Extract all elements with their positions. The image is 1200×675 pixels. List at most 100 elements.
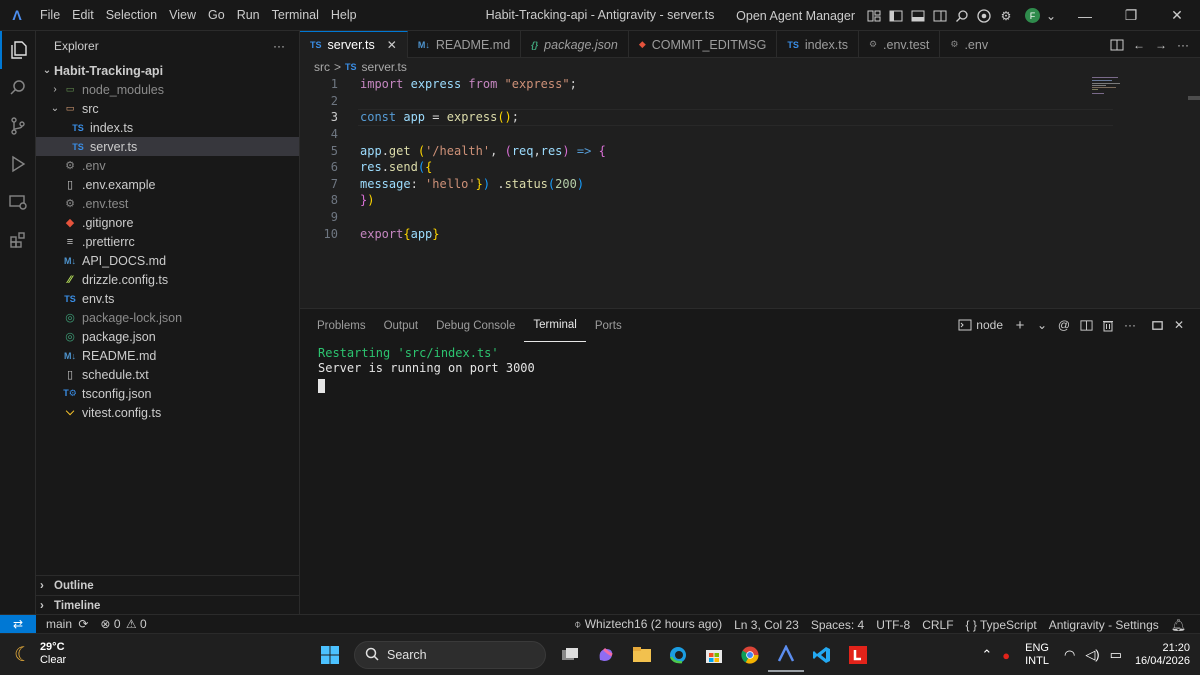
minimap[interactable] (1092, 76, 1132, 96)
tab-commit-editmsg[interactable]: ◆ COMMIT_EDITMSG (629, 31, 778, 58)
taskbar-search-input[interactable]: Search (354, 641, 546, 669)
language-indicator[interactable]: ENG INTL (1025, 642, 1049, 668)
maximize-panel-icon[interactable] (1149, 317, 1165, 333)
tab-terminal[interactable]: Terminal (524, 309, 586, 342)
tab-index-ts[interactable]: TS index.ts (777, 31, 859, 58)
menu-selection[interactable]: Selection (100, 8, 163, 22)
toggle-secondary-sidebar-icon[interactable] (932, 8, 948, 24)
language-mode[interactable]: { } TypeScript (960, 618, 1043, 632)
clock[interactable]: 21:20 16/04/2026 (1135, 642, 1190, 668)
close-window-button[interactable]: ✕ (1154, 0, 1200, 31)
tree-item-api-docs[interactable]: M↓ API_DOCS.md (36, 251, 299, 270)
tab-server-ts[interactable]: TS server.ts ✕ (300, 31, 408, 58)
cursor-position[interactable]: Ln 3, Col 23 (728, 618, 805, 632)
file-explorer-icon[interactable] (624, 638, 660, 672)
tab-readme[interactable]: M↓ README.md (408, 31, 522, 58)
search-icon[interactable] (954, 8, 970, 24)
trash-icon[interactable] (1100, 317, 1116, 333)
open-agent-manager-button[interactable]: Open Agent Manager (736, 9, 855, 23)
chevron-down-icon[interactable]: ⌄ (1034, 317, 1050, 333)
tree-item-env[interactable]: ⚙ .env (36, 156, 299, 175)
scrollbar[interactable] (1188, 96, 1200, 100)
git-blame[interactable]: ⌽ Whiztech16 (2 hours ago) (568, 617, 728, 632)
notifications-bell-icon[interactable]: 🔔︎ (1165, 618, 1192, 632)
menu-terminal[interactable]: Terminal (266, 8, 325, 22)
extensions-icon[interactable] (0, 221, 36, 259)
branch-indicator[interactable]: main ⟳ (40, 617, 94, 631)
minimize-button[interactable]: — (1062, 0, 1108, 31)
indentation[interactable]: Spaces: 4 (805, 618, 870, 632)
show-hidden-icons-icon[interactable]: ⌃ (981, 647, 992, 663)
timeline-section[interactable]: › Timeline (36, 595, 300, 615)
more-actions-icon[interactable]: ··· (1122, 317, 1138, 333)
encoding[interactable]: UTF-8 (870, 618, 916, 632)
tab-problems[interactable]: Problems (308, 309, 375, 342)
microsoft-store-icon[interactable] (696, 638, 732, 672)
tab-env[interactable]: ⚙ .env (940, 31, 998, 58)
outline-section[interactable]: › Outline (36, 575, 300, 595)
terminal-output[interactable]: Restarting 'src/index.ts' Server is runn… (318, 346, 535, 397)
vscode-icon[interactable] (804, 638, 840, 672)
tree-item-prettierrc[interactable]: ≡ .prettierrc (36, 232, 299, 251)
tab-output[interactable]: Output (375, 309, 428, 342)
antigravity-settings[interactable]: Antigravity - Settings (1043, 618, 1165, 632)
menu-edit[interactable]: Edit (66, 8, 100, 22)
search-icon[interactable] (0, 69, 36, 107)
layout-icon[interactable] (866, 8, 882, 24)
arrow-left-icon[interactable]: ← (1131, 37, 1147, 53)
tree-item-readme[interactable]: M↓ README.md (36, 346, 299, 365)
tree-item-index-ts[interactable]: TS index.ts (36, 118, 299, 137)
toggle-sidebar-icon[interactable] (888, 8, 904, 24)
terminal-shell-name[interactable]: node (976, 318, 1003, 332)
antigravity-icon[interactable] (768, 638, 804, 672)
tree-item-schedule-txt[interactable]: ▯ schedule.txt (36, 365, 299, 384)
tree-item-src[interactable]: ⌄ ▭ src (36, 99, 299, 118)
restore-button[interactable]: ❐ (1108, 0, 1154, 31)
tab-ports[interactable]: Ports (586, 309, 631, 342)
remote-indicator-icon[interactable]: ⇄ (0, 614, 36, 634)
menu-go[interactable]: Go (202, 8, 231, 22)
tree-item-tsconfig[interactable]: T⚙ tsconfig.json (36, 384, 299, 403)
tree-item-env-example[interactable]: ▯ .env.example (36, 175, 299, 194)
new-terminal-plus-icon[interactable]: + (1012, 317, 1028, 334)
breadcrumb-file[interactable]: server.ts (362, 60, 407, 74)
more-actions-icon[interactable]: ··· (1175, 37, 1191, 53)
explorer-icon[interactable] (0, 31, 36, 69)
tree-item-package-lock[interactable]: ◎ package-lock.json (36, 308, 299, 327)
antivirus-icon[interactable]: ● (1002, 648, 1010, 663)
tab-debug-console[interactable]: Debug Console (427, 309, 524, 342)
battery-icon[interactable]: ▭ (1110, 647, 1122, 663)
account-avatar[interactable]: F (1025, 8, 1040, 23)
code-editor[interactable]: 1 import express from "express"; 2 3 con… (300, 76, 1200, 308)
tab-env-test[interactable]: ⚙ .env.test (859, 31, 941, 58)
copilot-at-icon[interactable]: @ (1056, 317, 1072, 333)
chrome-icon[interactable] (732, 638, 768, 672)
toggle-panel-icon[interactable] (910, 8, 926, 24)
tree-item-node-modules[interactable]: › ▭ node_modules (36, 80, 299, 99)
copilot-icon[interactable] (588, 638, 624, 672)
run-debug-icon[interactable] (0, 145, 36, 183)
menu-file[interactable]: File (34, 8, 66, 22)
settings-gear-icon[interactable]: ⚙ (998, 8, 1014, 24)
tree-item-env-ts[interactable]: TS env.ts (36, 289, 299, 308)
source-control-icon[interactable] (0, 107, 36, 145)
volume-icon[interactable]: ◁) (1085, 647, 1099, 663)
chevron-down-icon[interactable]: ⌄ (1043, 8, 1059, 24)
tree-item-package-json[interactable]: ◎ package.json (36, 327, 299, 346)
close-icon[interactable]: ✕ (1171, 317, 1187, 333)
project-root[interactable]: ⌄ Habit-Tracking-api (36, 61, 299, 80)
windows-start-icon[interactable] (312, 638, 348, 672)
tree-item-gitignore[interactable]: ◆ .gitignore (36, 213, 299, 232)
chrome-icon[interactable] (976, 8, 992, 24)
tree-item-vitest-config[interactable]: ⌵ vitest.config.ts (36, 403, 299, 422)
edge-icon[interactable] (660, 638, 696, 672)
app-l-icon[interactable] (840, 638, 876, 672)
tree-item-env-test[interactable]: ⚙ .env.test (36, 194, 299, 213)
tree-item-server-ts[interactable]: TS server.ts (36, 137, 299, 156)
breadcrumb-folder[interactable]: src (314, 60, 330, 74)
menu-help[interactable]: Help (325, 8, 363, 22)
more-actions-icon[interactable]: ··· (273, 39, 285, 53)
end-of-line[interactable]: CRLF (916, 618, 959, 632)
problems-indicator[interactable]: ⊗ 0 ⚠ 0 (94, 617, 152, 631)
task-view-icon[interactable] (552, 638, 588, 672)
